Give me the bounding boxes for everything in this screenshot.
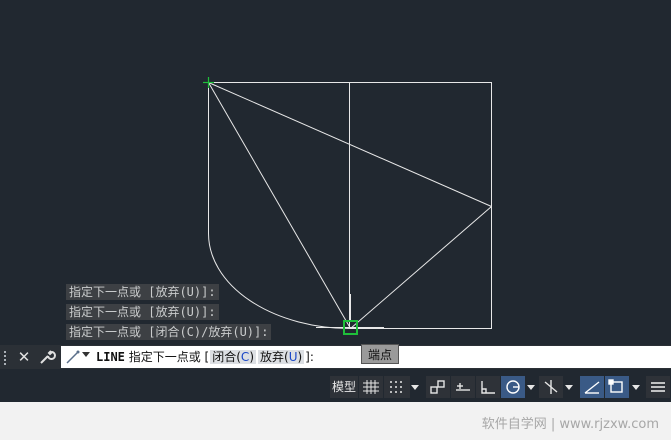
watermark-text: 软件自学网 | www.rjzxw.com [481, 417, 659, 432]
line-command-icon[interactable] [65, 349, 81, 365]
snap-icon[interactable] [384, 376, 410, 398]
isodraft-dropdown-icon[interactable] [565, 385, 573, 390]
command-history-line: 指定下一点或 [放弃(U)]: [66, 284, 219, 300]
wrench-icon[interactable] [38, 348, 56, 366]
polar-icon[interactable] [501, 376, 525, 398]
infer-icon[interactable] [426, 376, 450, 398]
diagonal-line-3 [350, 206, 492, 329]
command-prompt-suffix: ]: [305, 350, 314, 364]
command-history-line: 指定下一点或 [闭合(C)/放弃(U)]: [66, 324, 272, 340]
isodraft-icon[interactable] [539, 376, 563, 398]
dynamic-input-icon[interactable] [451, 376, 475, 398]
object-snap-icon[interactable] [605, 376, 629, 398]
snap-dropdown-icon[interactable] [411, 385, 419, 390]
command-bar: ✕ LINE 指定下一点或 [闭合(C) 放弃(U)]: [0, 345, 671, 369]
start-point-marker [203, 77, 214, 88]
object-snap-dropdown-icon[interactable] [632, 385, 640, 390]
drawing-canvas[interactable]: 指定下一点或 [放弃(U)]: 指定下一点或 [放弃(U)]: 指定下一点或 [… [0, 0, 671, 345]
command-history-line: 指定下一点或 [放弃(U)]: [66, 304, 219, 320]
grid-icon[interactable] [359, 376, 383, 398]
customization-icon[interactable] [646, 376, 670, 398]
close-icon[interactable]: ✕ [16, 347, 32, 367]
command-keyword: LINE [96, 350, 125, 364]
command-prompt-text: 指定下一点或 [ [128, 350, 210, 364]
option-undo-button[interactable]: 放弃(U) [258, 350, 305, 364]
command-prompt: LINE 指定下一点或 [闭合(C) 放弃(U)]: [96, 346, 314, 368]
polar-dropdown-icon[interactable] [527, 385, 535, 390]
diagonal-line-1 [208, 82, 351, 329]
option-close-button[interactable]: 闭合(C) [210, 350, 256, 364]
command-history-dropdown[interactable] [82, 352, 90, 357]
model-space-button[interactable]: 模型 [330, 376, 358, 398]
ortho-icon[interactable] [476, 376, 500, 398]
object-snap-track-icon[interactable] [580, 376, 604, 398]
grip-handle-icon[interactable] [4, 349, 10, 365]
page-footer: 软件自学网 | www.rjzxw.com [0, 402, 671, 440]
snap-tooltip: 端点 [361, 344, 399, 364]
status-bar: 模型 [0, 369, 671, 402]
